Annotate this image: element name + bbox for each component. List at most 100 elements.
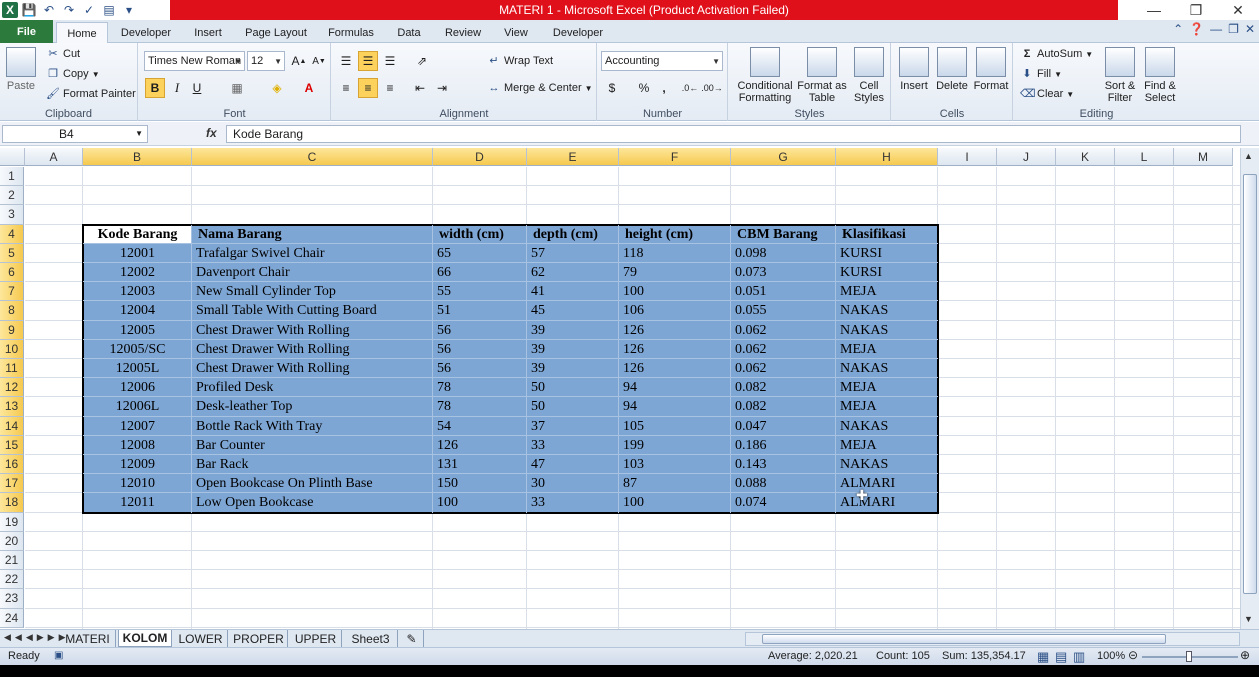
- row-header-18[interactable]: 18: [0, 493, 24, 513]
- collapse-ribbon-icon[interactable]: ⌃: [1173, 22, 1183, 36]
- conditional-formatting-button[interactable]: Conditional Formatting: [735, 47, 795, 104]
- cell-height[interactable]: 100: [623, 282, 729, 301]
- horizontal-scrollbar[interactable]: [745, 632, 1240, 646]
- minimize-workbook-icon[interactable]: —: [1210, 22, 1222, 36]
- cell-height[interactable]: 79: [623, 263, 729, 282]
- macro-record-icon[interactable]: ▣: [54, 650, 63, 661]
- tab-insert[interactable]: Insert: [185, 22, 231, 43]
- restore-icon[interactable]: ❐: [1175, 0, 1217, 20]
- cell-kode-barang[interactable]: 12011: [83, 493, 192, 512]
- row-header-5[interactable]: 5: [0, 243, 24, 263]
- cell-cbm-barang[interactable]: 0.074: [735, 493, 834, 512]
- spelling-icon[interactable]: ✓: [80, 1, 98, 19]
- column-header-k[interactable]: K: [1056, 148, 1115, 166]
- minimize-icon[interactable]: —: [1133, 0, 1175, 20]
- cell-nama-barang[interactable]: Trafalgar Swivel Chair: [196, 244, 431, 263]
- cell-nama-barang[interactable]: Chest Drawer With Rolling: [196, 340, 431, 359]
- percent-button[interactable]: %: [634, 78, 654, 98]
- format-cells-button[interactable]: Format: [973, 47, 1009, 92]
- undo-icon[interactable]: ↶: [40, 1, 58, 19]
- merge-center-button[interactable]: ↔ Merge & Center ▼: [487, 81, 593, 95]
- cell-nama-barang[interactable]: Davenport Chair: [196, 263, 431, 282]
- cell-nama-barang[interactable]: Profiled Desk: [196, 378, 431, 397]
- scroll-up-icon[interactable]: ▲: [1244, 151, 1253, 161]
- fill-color-icon[interactable]: ◈: [267, 78, 287, 98]
- cell-height[interactable]: 126: [623, 340, 729, 359]
- align-top-icon[interactable]: ☰: [336, 51, 356, 71]
- formula-input[interactable]: Kode Barang: [226, 125, 1241, 143]
- cell-depth[interactable]: 47: [531, 455, 617, 474]
- cell-height[interactable]: 126: [623, 321, 729, 340]
- cell-width[interactable]: 55: [437, 282, 525, 301]
- row-header-17[interactable]: 17: [0, 474, 24, 494]
- cell-height[interactable]: 118: [623, 244, 729, 263]
- cell-nama-barang[interactable]: Bottle Rack With Tray: [196, 417, 431, 436]
- row-header-9[interactable]: 9: [0, 320, 24, 340]
- close-workbook-icon[interactable]: ✕: [1245, 22, 1255, 36]
- format-as-table-button[interactable]: Format as Table: [797, 47, 847, 104]
- comma-button[interactable]: ,: [654, 78, 674, 98]
- restore-workbook-icon[interactable]: ❐: [1228, 22, 1239, 36]
- tab-review[interactable]: Review: [437, 22, 489, 43]
- cell-klasifikasi[interactable]: NAKAS: [840, 359, 936, 378]
- cell-depth[interactable]: 39: [531, 359, 617, 378]
- cell-width[interactable]: 56: [437, 340, 525, 359]
- cell-cbm-barang[interactable]: 0.082: [735, 397, 834, 416]
- cell-nama-barang[interactable]: Bar Rack: [196, 455, 431, 474]
- zoom-level[interactable]: 100%: [1097, 650, 1125, 662]
- cell-depth[interactable]: 30: [531, 474, 617, 493]
- row-header-19[interactable]: 19: [0, 512, 24, 532]
- increase-indent-icon[interactable]: ⇥: [432, 78, 452, 98]
- row-header-8[interactable]: 8: [0, 301, 24, 321]
- cell-cbm-barang[interactable]: 0.082: [735, 378, 834, 397]
- copy-button[interactable]: ❐ Copy ▼: [46, 67, 100, 81]
- cell-nama-barang[interactable]: New Small Cylinder Top: [196, 282, 431, 301]
- header-cell-klasifikasi[interactable]: Klasifikasi: [842, 225, 938, 244]
- cell-kode-barang[interactable]: 12005: [83, 321, 192, 340]
- cell-width[interactable]: 100: [437, 493, 525, 512]
- header-cell-kode-barang[interactable]: Kode Barang: [83, 225, 192, 244]
- header-cell-depth[interactable]: depth (cm): [533, 225, 619, 244]
- print-preview-icon[interactable]: ▤: [100, 1, 118, 19]
- cell-depth[interactable]: 33: [531, 493, 617, 512]
- sheet-tab-lower[interactable]: LOWER: [174, 630, 228, 647]
- cell-width[interactable]: 51: [437, 301, 525, 320]
- align-middle-icon[interactable]: ☰: [358, 51, 378, 71]
- row-header-1[interactable]: 1: [0, 167, 24, 187]
- cell-depth[interactable]: 45: [531, 301, 617, 320]
- zoom-out-icon[interactable]: ⊝: [1128, 648, 1138, 662]
- cell-klasifikasi[interactable]: NAKAS: [840, 455, 936, 474]
- cell-height[interactable]: 106: [623, 301, 729, 320]
- row-header-21[interactable]: 21: [0, 551, 24, 571]
- help-icon[interactable]: ❓: [1189, 22, 1204, 36]
- cell-kode-barang[interactable]: 12006: [83, 378, 192, 397]
- align-center-icon[interactable]: ≡: [358, 78, 378, 98]
- cell-cbm-barang[interactable]: 0.073: [735, 263, 834, 282]
- cell-nama-barang[interactable]: Low Open Bookcase: [196, 493, 431, 512]
- vertical-scroll-thumb[interactable]: [1243, 174, 1257, 594]
- vertical-scrollbar[interactable]: ▲ ▼: [1240, 148, 1259, 629]
- close-icon[interactable]: ✕: [1217, 0, 1259, 20]
- cell-kode-barang[interactable]: 12008: [83, 436, 192, 455]
- cell-nama-barang[interactable]: Desk-leather Top: [196, 397, 431, 416]
- cell-nama-barang[interactable]: Chest Drawer With Rolling: [196, 359, 431, 378]
- shrink-font-button[interactable]: A ▼: [309, 51, 329, 71]
- zoom-slider-knob[interactable]: [1186, 651, 1192, 662]
- cell-depth[interactable]: 57: [531, 244, 617, 263]
- row-header-12[interactable]: 12: [0, 378, 24, 398]
- italic-button[interactable]: I: [167, 78, 187, 98]
- format-painter-button[interactable]: 🖌 Format Painter: [46, 87, 136, 101]
- column-header-m[interactable]: M: [1174, 148, 1233, 166]
- cell-styles-button[interactable]: Cell Styles: [849, 47, 889, 104]
- select-all-corner[interactable]: [0, 148, 25, 166]
- grow-font-button[interactable]: A ▲: [289, 51, 309, 71]
- save-icon[interactable]: 💾: [20, 1, 38, 19]
- insert-cells-button[interactable]: Insert: [897, 47, 931, 92]
- row-header-14[interactable]: 14: [0, 416, 24, 436]
- cell-depth[interactable]: 37: [531, 417, 617, 436]
- page-break-view-icon[interactable]: ▥: [1073, 649, 1085, 665]
- borders-icon[interactable]: ▦: [227, 78, 247, 98]
- cell-klasifikasi[interactable]: NAKAS: [840, 301, 936, 320]
- column-header-j[interactable]: J: [997, 148, 1056, 166]
- cell-depth[interactable]: 50: [531, 397, 617, 416]
